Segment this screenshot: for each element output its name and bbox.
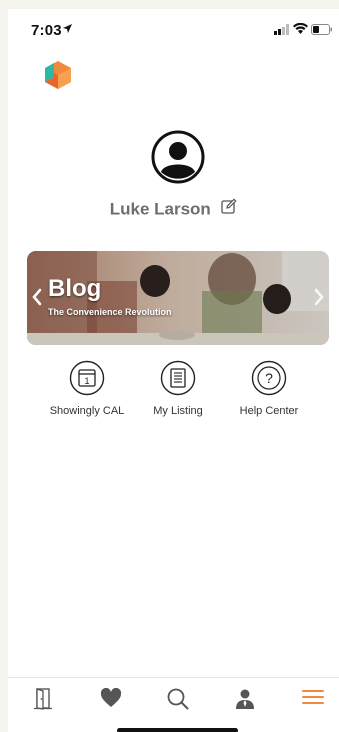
banner-next-icon[interactable] [312, 287, 326, 307]
banner-prev-icon[interactable] [30, 287, 44, 307]
svg-text:?: ? [265, 370, 273, 386]
tab-agent[interactable] [234, 688, 256, 715]
app-screen: 7:03 Luke Larson Blog The Convenience Re… [8, 9, 339, 732]
app-logo [45, 61, 71, 89]
quick-link-help-center[interactable]: ? Help Center [224, 360, 314, 417]
door-icon [34, 688, 52, 710]
bottom-tab-bar [8, 677, 339, 732]
banner-subtitle: The Convenience Revolution [48, 307, 172, 317]
user-avatar-icon [151, 130, 205, 184]
user-name: Luke Larson [109, 199, 211, 219]
location-arrow-icon [63, 24, 72, 33]
quick-link-my-listing[interactable]: My Listing [133, 360, 223, 417]
help-icon: ? [251, 360, 287, 396]
quick-link-showingly-cal[interactable]: 1 Showingly CAL [42, 360, 132, 417]
search-icon [167, 688, 189, 710]
profile-name-row: Luke Larson [8, 198, 339, 220]
blog-banner[interactable]: Blog The Convenience Revolution [27, 251, 329, 345]
status-time: 7:03 [31, 22, 62, 39]
svg-text:1: 1 [84, 376, 89, 386]
quick-link-label: Showingly CAL [49, 405, 125, 417]
hamburger-icon [302, 690, 324, 704]
tab-favorites[interactable] [100, 687, 122, 713]
edit-profile-icon[interactable] [221, 198, 237, 219]
listing-icon [160, 360, 196, 396]
signal-icon [274, 24, 289, 35]
banner-title: Blog [48, 275, 102, 302]
status-bar: 7:03 [8, 9, 339, 49]
calendar-icon: 1 [69, 360, 105, 396]
quick-link-label: Help Center [239, 405, 299, 417]
home-indicator [117, 728, 238, 732]
wifi-icon [293, 23, 308, 34]
tab-menu[interactable] [302, 688, 324, 711]
battery-icon [311, 24, 332, 35]
heart-icon [100, 687, 122, 707]
tab-exit[interactable] [33, 688, 53, 715]
avatar[interactable] [151, 130, 205, 184]
quick-link-label: My Listing [153, 405, 203, 417]
tab-search[interactable] [167, 688, 189, 715]
agent-icon [236, 689, 254, 709]
